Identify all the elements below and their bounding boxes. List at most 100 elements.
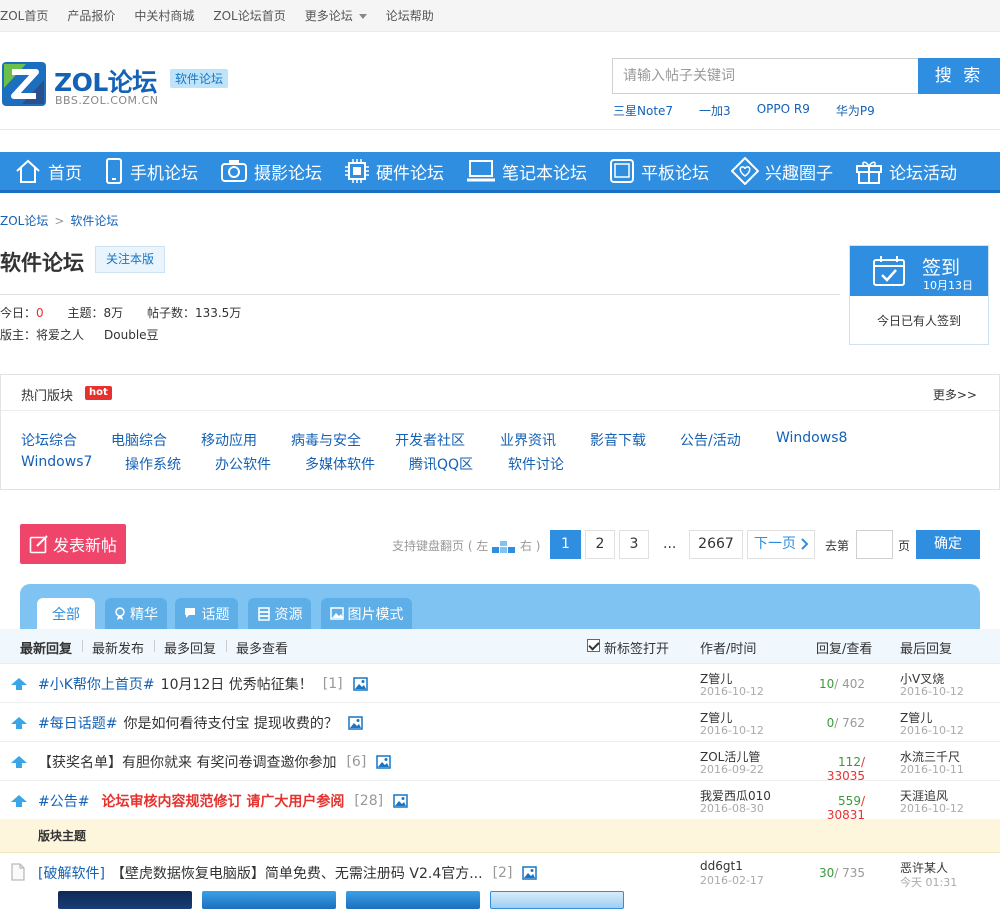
top-link-more-forums[interactable]: 更多论坛 — [305, 7, 367, 24]
table-row[interactable]: #小K帮你上首页# 10月12日 优秀帖征集！ [1] Z管儿 2016-10-12 10… — [0, 664, 1000, 703]
hot-word-link[interactable]: 三星Note7 — [613, 102, 673, 119]
page-button-current[interactable]: 1 — [550, 530, 581, 559]
hot-word-link[interactable]: OPPO R9 — [757, 102, 810, 119]
section-link[interactable]: Windows8 — [776, 430, 847, 450]
section-link[interactable]: 办公软件 — [215, 454, 305, 474]
last-reply-time: 2016-10-12 — [900, 685, 964, 698]
page-ellipsis: ... — [663, 536, 677, 552]
section-link[interactable]: 论坛综合 — [21, 430, 111, 450]
thread-author[interactable]: dd6gt1 — [700, 859, 743, 873]
thread-title-text[interactable]: 【获奖名单】有胆你就来 有奖问卷调查邀你参加 — [38, 752, 336, 772]
section-link[interactable]: 软件讨论 — [508, 454, 564, 474]
thread-title[interactable]: #公告# 论坛审核内容规范修订 请广大用户参阅 [28] — [38, 791, 408, 811]
moderator-link[interactable]: 将爱之人 — [36, 328, 84, 342]
search-button[interactable]: 搜 索 — [918, 58, 1000, 94]
section-link[interactable]: 操作系统 — [125, 454, 215, 474]
sort-most-replies[interactable]: 最多回复 — [164, 638, 216, 657]
thumbnail-image[interactable] — [58, 891, 192, 909]
thread-tag[interactable]: #公告# — [38, 791, 89, 811]
page-title: 软件论坛 — [0, 251, 84, 275]
thread-title[interactable]: 【获奖名单】有胆你就来 有奖问卷调查邀你参加 [6] — [38, 752, 392, 772]
thread-tag[interactable]: #小K帮你上首页# — [38, 674, 155, 694]
section-link[interactable]: 病毒与安全 — [291, 430, 395, 450]
next-page-button[interactable]: 下一页 — [747, 530, 815, 559]
sort-latest-post[interactable]: 最新发布 — [92, 638, 144, 657]
thread-tag[interactable]: [破解软件] — [38, 863, 105, 883]
thread-title-text[interactable]: 【壁虎数据恢复电脑版】简单免费、无需注册码 V2.4官方... — [111, 863, 483, 883]
section-link[interactable]: 腾讯QQ区 — [409, 454, 508, 474]
thread-tag[interactable]: #每日话题# — [38, 713, 117, 733]
tab-image-mode[interactable]: 图片模式 — [321, 598, 412, 629]
thumbnail-image[interactable] — [346, 891, 480, 909]
page-button[interactable]: 3 — [619, 530, 649, 559]
table-row[interactable]: [破解软件] 【壁虎数据恢复电脑版】简单免费、无需注册码 V2.4官方... [… — [0, 853, 1000, 892]
section-link[interactable]: 多媒体软件 — [305, 454, 409, 474]
hot-word-link[interactable]: 一加3 — [699, 102, 731, 119]
sign-in-button[interactable]: 签到 10月13日 — [850, 246, 988, 296]
moderator-link[interactable]: Double豆 — [104, 328, 159, 342]
new-tab-checkbox[interactable] — [587, 639, 600, 652]
table-row[interactable]: #每日话题# 你是如何看待支付宝 提现收费的？ Z管儿 2016-10-12 0/ 76… — [0, 703, 1000, 742]
page-button[interactable]: 2 — [585, 530, 615, 559]
top-link-forum-home[interactable]: ZOL论坛首页 — [213, 7, 285, 24]
new-post-button[interactable]: 发表新帖 — [20, 524, 126, 564]
section-link[interactable]: 移动应用 — [201, 430, 291, 450]
main-nav: 首页 手机论坛 摄影论坛 硬件论坛 笔记本论坛 平板论坛 兴趣圈子 论坛活动 — [0, 152, 1000, 193]
post-count: 帖子数：133.5万 — [146, 306, 242, 320]
image-icon — [348, 716, 363, 730]
tab-topics[interactable]: 话题 — [175, 598, 238, 629]
section-link[interactable]: 业界资讯 — [500, 430, 590, 450]
goto-page-input[interactable] — [856, 530, 893, 559]
top-link-zol-home[interactable]: ZOL首页 — [0, 7, 48, 24]
thread-title-text[interactable]: 10月12日 优秀帖征集！ — [161, 674, 313, 694]
site-header: ZOL论坛 软件论坛 BBS.ZOL.COM.CN 请输入帖子关键词 搜 索 三… — [0, 32, 1000, 130]
nav-phone-forum[interactable]: 手机论坛 — [104, 158, 198, 184]
section-link[interactable]: 影音下载 — [590, 430, 680, 450]
zol-logo-icon[interactable] — [0, 60, 48, 108]
top-link-help[interactable]: 论坛帮助 — [386, 7, 434, 24]
tab-all[interactable]: 全部 — [37, 598, 95, 629]
tab-featured[interactable]: 精华 — [105, 598, 167, 629]
section-link[interactable]: 公告/活动 — [680, 430, 776, 450]
nav-laptop-forum[interactable]: 笔记本论坛 — [466, 159, 587, 184]
goto-confirm-button[interactable]: 确定 — [916, 530, 980, 559]
search-input[interactable]: 请输入帖子关键词 — [612, 58, 919, 94]
nav-home[interactable]: 首页 — [14, 158, 82, 184]
section-link[interactable]: Windows7 — [21, 454, 125, 474]
hot-word-link[interactable]: 华为P9 — [836, 102, 875, 119]
more-sections-link[interactable]: 更多>> — [933, 386, 977, 403]
follow-forum-button[interactable]: 关注本版 — [95, 246, 165, 273]
sort-most-views[interactable]: 最多查看 — [236, 638, 288, 657]
thread-title-text[interactable]: 你是如何看待支付宝 提现收费的？ — [123, 713, 337, 733]
nav-tablet-forum[interactable]: 平板论坛 — [609, 158, 709, 184]
image-icon — [393, 794, 408, 808]
sort-latest-reply[interactable]: 最新回复 — [20, 638, 72, 657]
nav-hardware-forum[interactable]: 硬件论坛 — [344, 158, 444, 184]
today-count: 0 — [36, 306, 44, 320]
last-page-button[interactable]: 2667 — [689, 530, 743, 559]
sign-in-date: 10月13日 — [923, 279, 973, 292]
reply-count: 112 — [838, 755, 861, 769]
section-link[interactable]: 开发者社区 — [395, 430, 500, 450]
nav-interest-circle[interactable]: 兴趣圈子 — [731, 157, 833, 185]
section-link[interactable]: 电脑综合 — [111, 430, 201, 450]
thread-title[interactable]: #小K帮你上首页# 10月12日 优秀帖征集！ [1] — [38, 674, 368, 694]
nav-forum-events[interactable]: 论坛活动 — [855, 158, 957, 184]
top-link-price[interactable]: 产品报价 — [67, 7, 115, 24]
thumbnail-image[interactable] — [490, 891, 624, 909]
table-row[interactable]: #公告# 论坛审核内容规范修订 请广大用户参阅 [28] 我爱西瓜010 2016-08… — [0, 781, 1000, 822]
thread-title[interactable]: #每日话题# 你是如何看待支付宝 提现收费的？ — [38, 713, 363, 733]
thread-title[interactable]: [破解软件] 【壁虎数据恢复电脑版】简单免费、无需注册码 V2.4官方... [… — [38, 863, 538, 883]
image-icon — [352, 677, 368, 691]
thumbnail-image[interactable] — [202, 891, 336, 909]
sign-in-widget[interactable]: 签到 10月13日 今日已有人签到 — [849, 245, 989, 345]
breadcrumb-root[interactable]: ZOL论坛 — [0, 214, 48, 228]
tab-resources[interactable]: 资源 — [248, 598, 311, 629]
nav-camera-forum[interactable]: 摄影论坛 — [220, 159, 322, 184]
table-row[interactable]: 【获奖名单】有胆你就来 有奖问卷调查邀你参加 [6] ZOL活儿管 2016-09-2… — [0, 742, 1000, 783]
top-link-mall[interactable]: 中关村商城 — [134, 7, 194, 24]
thread-title-highlight[interactable]: 论坛审核内容规范修订 请广大用户参阅 — [101, 791, 344, 811]
breadcrumb-current[interactable]: 软件论坛 — [70, 214, 118, 228]
camera-icon — [221, 160, 247, 182]
goto-label: 去第 — [825, 539, 850, 553]
